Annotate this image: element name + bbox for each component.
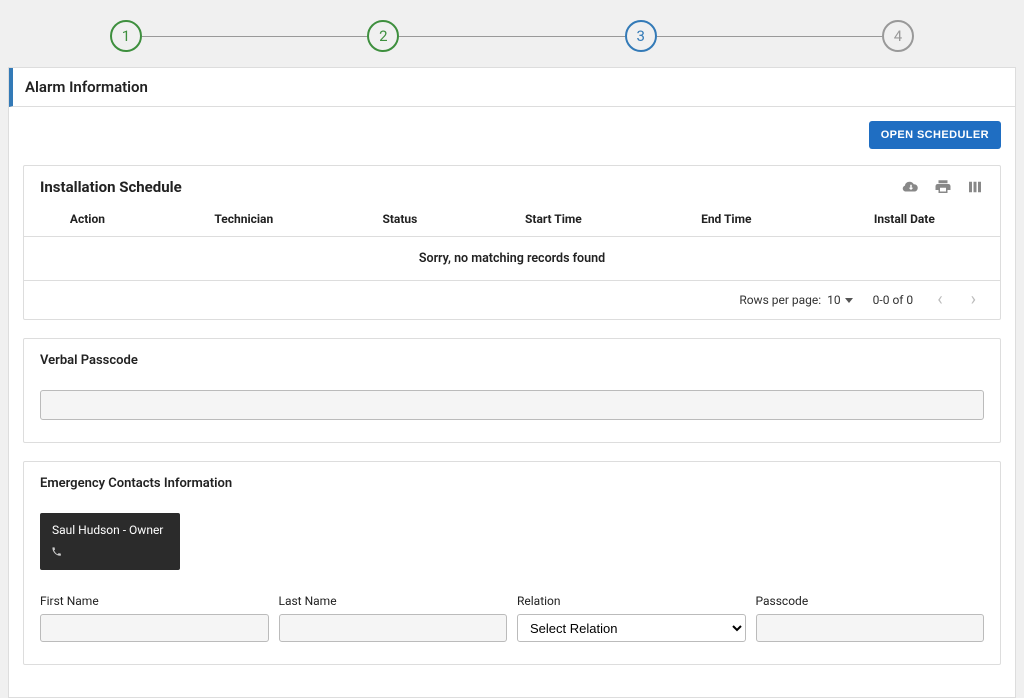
prev-page-button[interactable]: ‹ [933, 291, 946, 309]
step-line [399, 36, 624, 37]
passcode-input[interactable] [756, 614, 985, 642]
table-pagination: Rows per page: 10 0-0 of 0 ‹ › [24, 281, 1000, 319]
col-start-time[interactable]: Start Time [463, 202, 644, 237]
step-3[interactable]: 3 [625, 20, 657, 52]
contact-chip[interactable]: Saul Hudson - Owner [40, 513, 180, 570]
wizard-stepper: 1 2 3 4 [0, 0, 1024, 67]
col-install-date[interactable]: Install Date [809, 202, 1000, 237]
installation-schedule-table: Action Technician Status Start Time End … [24, 202, 1000, 281]
rows-per-page-select[interactable]: 10 [827, 293, 853, 307]
step-line [142, 36, 367, 37]
passcode-label: Passcode [756, 594, 985, 608]
verbal-passcode-card: Verbal Passcode [23, 338, 1001, 443]
emergency-contacts-title: Emergency Contacts Information [40, 476, 984, 491]
page-title: Alarm Information [9, 68, 1015, 107]
pagination-range: 0-0 of 0 [873, 293, 914, 307]
chevron-down-icon [845, 298, 853, 303]
download-icon[interactable] [902, 178, 920, 196]
col-status[interactable]: Status [337, 202, 463, 237]
last-name-label: Last Name [279, 594, 508, 608]
phone-icon [52, 547, 168, 560]
rows-per-page-label: Rows per page: [739, 293, 821, 307]
relation-select[interactable]: Select Relation [517, 614, 746, 642]
next-page-button[interactable]: › [967, 291, 980, 309]
step-line [657, 36, 882, 37]
first-name-input[interactable] [40, 614, 269, 642]
main-panel: Alarm Information OPEN SCHEDULER Install… [8, 67, 1016, 698]
installation-schedule-card: Installation Schedule [23, 165, 1001, 320]
emergency-contacts-card: Emergency Contacts Information Saul Huds… [23, 461, 1001, 665]
relation-label: Relation [517, 594, 746, 608]
step-2[interactable]: 2 [367, 20, 399, 52]
verbal-passcode-input[interactable] [40, 390, 984, 420]
open-scheduler-button[interactable]: OPEN SCHEDULER [869, 121, 1001, 149]
first-name-label: First Name [40, 594, 269, 608]
columns-icon[interactable] [966, 178, 984, 196]
verbal-passcode-title: Verbal Passcode [40, 353, 984, 368]
print-icon[interactable] [934, 178, 952, 196]
contact-chip-name: Saul Hudson - Owner [52, 523, 168, 537]
contact-form-row: First Name Last Name Relation Select Rel… [40, 594, 984, 642]
last-name-input[interactable] [279, 614, 508, 642]
step-1[interactable]: 1 [110, 20, 142, 52]
empty-message: Sorry, no matching records found [24, 237, 1000, 281]
step-4[interactable]: 4 [882, 20, 914, 52]
installation-schedule-title: Installation Schedule [40, 178, 182, 196]
col-action[interactable]: Action [24, 202, 151, 237]
col-end-time[interactable]: End Time [644, 202, 809, 237]
col-technician[interactable]: Technician [151, 202, 337, 237]
